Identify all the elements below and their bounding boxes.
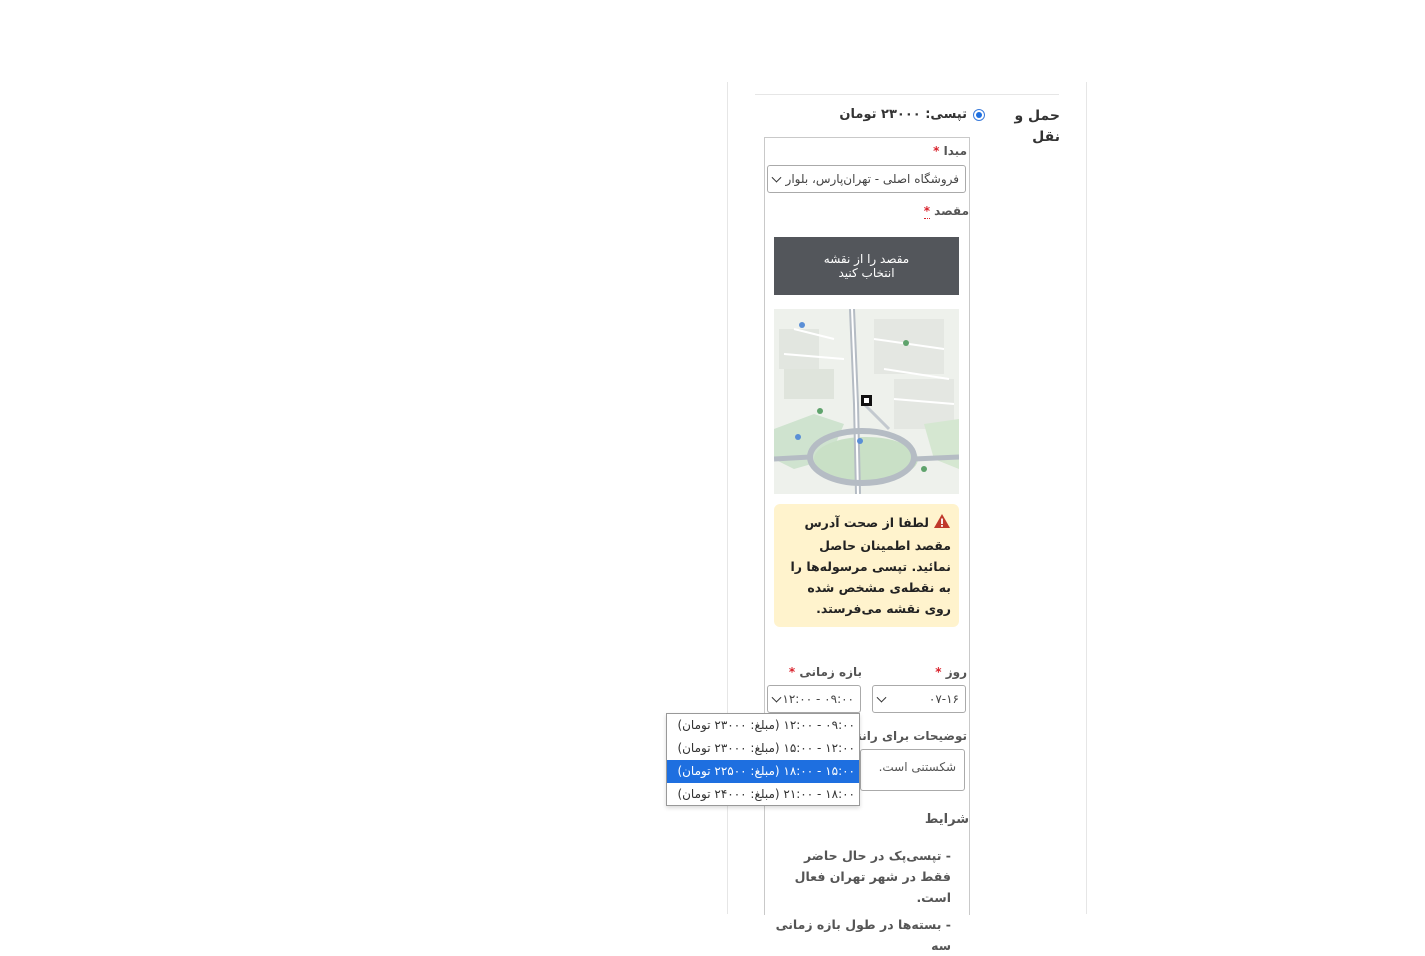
warning-text: لطفا از صحت آدرس مقصد اطمینان حاصل نمائی… [790, 515, 951, 616]
map-button-line1: مقصد را از نقشه [823, 252, 910, 266]
time-range-dropdown-list[interactable]: ۰۹:۰۰ - ۱۲:۰۰ (مبلغ: ۲۳۰۰۰ تومان) ۱۲:۰۰ … [666, 713, 860, 806]
select-destination-from-map-button[interactable]: مقصد را از نقشه انتخاب کنید [774, 237, 959, 295]
time-range-option[interactable]: ۱۲:۰۰ - ۱۵:۰۰ (مبلغ: ۲۳۰۰۰ تومان) [667, 737, 859, 760]
chevron-down-icon [771, 172, 782, 183]
terms-line-1: - تپسی‌پک در حال حاضر فقط در شهر تهران ف… [794, 848, 951, 905]
terms-text: - تپسی‌پک در حال حاضر فقط در شهر تهران ف… [773, 845, 951, 956]
origin-label: مبدا * [933, 144, 967, 158]
terms-title: شرایط [924, 812, 969, 827]
time-range-required-mark: * [788, 665, 796, 679]
origin-select[interactable]: فروشگاه اصلی - تهران‌پارس، بلوار [767, 165, 966, 193]
tapsi-radio-label: تپسی: ۲۳۰۰۰ تومان [839, 107, 967, 122]
day-select-value: ۰۷-۱۶ [928, 692, 959, 706]
day-required-mark: * [935, 665, 942, 679]
day-select[interactable]: ۰۷-۱۶ [872, 685, 966, 713]
terms-line-2: - بسته‌ها در طول بازه زمانی سه [775, 917, 951, 953]
time-range-select-value: ۰۹:۰۰ - ۱۲:۰۰ [782, 692, 854, 706]
tapsi-radio[interactable] [973, 108, 985, 121]
section-divider [755, 94, 1059, 95]
shipping-section-label: حمل و نقل [1014, 108, 1060, 145]
destination-label-text: مقصد [934, 204, 969, 218]
time-range-label-text: بازه زمانی [799, 665, 862, 679]
destination-warning-alert: لطفا از صحت آدرس مقصد اطمینان حاصل نمائی… [774, 504, 959, 627]
time-range-option[interactable]: ۰۹:۰۰ - ۱۲:۰۰ (مبلغ: ۲۳۰۰۰ تومان) [667, 714, 859, 737]
time-range-label: بازه زمانی * [789, 665, 862, 679]
warning-icon [933, 513, 951, 535]
content-right-border [1086, 82, 1087, 914]
chevron-down-icon [876, 692, 887, 703]
time-range-option-highlighted[interactable]: ۱۵:۰۰ - ۱۸:۰۰ (مبلغ: ۲۲۵۰۰ تومان) [667, 760, 859, 783]
driver-notes-textarea[interactable]: شکستنی است. [860, 749, 965, 791]
origin-required-mark: * [933, 144, 940, 158]
day-label-text: روز [945, 665, 967, 679]
chevron-down-icon [771, 692, 782, 703]
destination-label: مقصد * [923, 204, 969, 219]
map-graphic [774, 309, 959, 494]
map-button-line2: انتخاب کنید [838, 266, 895, 280]
destination-required-mark: * [923, 204, 930, 219]
origin-label-text: مبدا [943, 144, 967, 158]
day-label: روز * [935, 665, 967, 679]
origin-select-value: فروشگاه اصلی - تهران‌پارس، بلوار [785, 172, 959, 186]
time-range-select[interactable]: ۰۹:۰۰ - ۱۲:۰۰ [767, 685, 861, 713]
destination-map[interactable] [774, 309, 959, 494]
shipping-option-tapsi[interactable]: تپسی: ۲۳۰۰۰ تومان [839, 107, 985, 122]
driver-notes-label: توضیحات برای راننده [843, 729, 967, 743]
time-range-option[interactable]: ۱۸:۰۰ - ۲۱:۰۰ (مبلغ: ۲۴۰۰۰ تومان) [667, 783, 859, 806]
